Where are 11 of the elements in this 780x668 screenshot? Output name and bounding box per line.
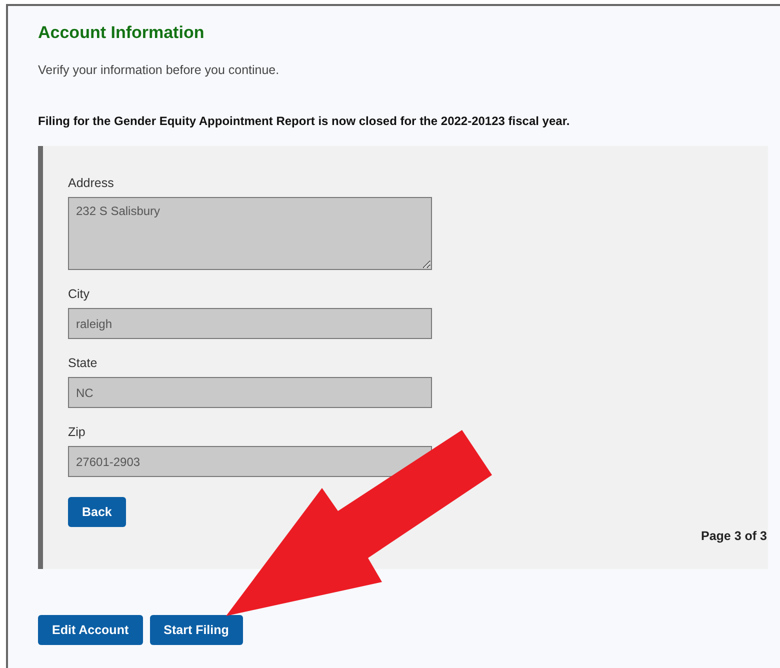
field-label: City bbox=[68, 287, 91, 301]
intro-text: Verify your information before you continue. bbox=[38, 63, 280, 77]
back-button[interactable]: Back bbox=[68, 497, 126, 527]
field-label: State bbox=[68, 356, 98, 370]
notice-text: Filing for the Gender Equity Appointment Report is now closed for the 2022-20123 fiscal year. bbox=[38, 114, 571, 128]
edit-account-button[interactable]: Edit Account bbox=[38, 615, 143, 645]
field-label: Zip bbox=[68, 425, 86, 439]
page-indicator: Page 3 of 3 bbox=[701, 529, 767, 543]
start-filing-button[interactable]: Start Filing bbox=[150, 615, 243, 645]
field-label: Address bbox=[68, 176, 115, 190]
page-title: Account Information bbox=[38, 22, 206, 43]
